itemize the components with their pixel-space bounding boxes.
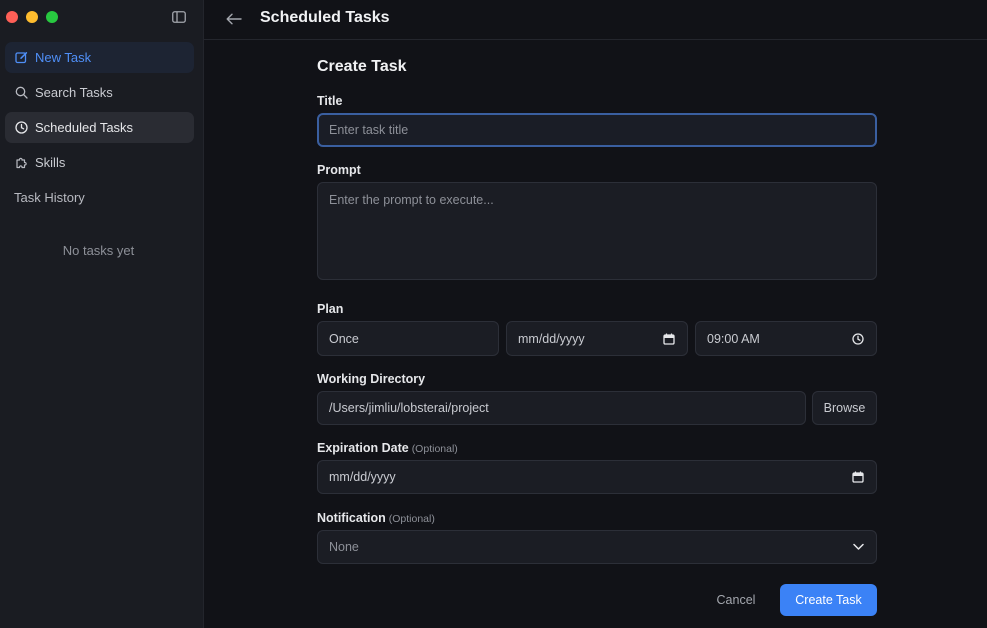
sidebar-item-search-tasks[interactable]: Search Tasks <box>5 77 194 108</box>
sidebar-item-label: Scheduled Tasks <box>35 120 134 135</box>
sidebar-item-label: Search Tasks <box>35 85 113 100</box>
back-arrow-icon[interactable] <box>224 9 244 29</box>
sidebar-item-new-task[interactable]: New Task <box>5 42 194 73</box>
expiration-date-label: Expiration Date (Optional) <box>317 441 458 455</box>
maximize-window-button[interactable] <box>46 11 58 23</box>
sidebar: New Task Search Tasks Scheduled Tasks Sk… <box>0 0 204 628</box>
notification-value: None <box>329 540 359 554</box>
prompt-textarea[interactable]: Enter the prompt to execute... <box>317 182 877 280</box>
task-history-heading: Task History <box>14 190 85 205</box>
expiration-date-value: mm/dd/yyyy <box>329 470 396 484</box>
expiration-date-label-text: Expiration Date <box>317 441 409 455</box>
notification-label-text: Notification <box>317 511 386 525</box>
empty-history-text: No tasks yet <box>62 243 135 258</box>
sidebar-item-scheduled-tasks[interactable]: Scheduled Tasks <box>5 112 194 143</box>
edit-icon <box>14 51 28 65</box>
form-heading: Create Task <box>317 58 407 75</box>
app-window: New Task Search Tasks Scheduled Tasks Sk… <box>0 0 987 628</box>
minimize-window-button[interactable] <box>26 11 38 23</box>
prompt-placeholder: Enter the prompt to execute... <box>329 193 494 207</box>
page-title: Scheduled Tasks <box>260 9 390 26</box>
working-directory-label: Working Directory <box>317 372 426 386</box>
sidebar-item-label: Skills <box>35 155 66 170</box>
create-task-form: Create Task Title Enter task title Promp… <box>317 56 877 616</box>
plan-label: Plan <box>317 302 344 316</box>
optional-hint: (Optional) <box>411 443 458 455</box>
plan-time-value: 09:00 AM <box>707 331 760 346</box>
notification-select[interactable]: None <box>317 530 877 564</box>
create-task-button[interactable]: Create Task <box>780 584 877 616</box>
clock-icon <box>14 121 28 135</box>
expiration-date-input[interactable]: mm/dd/yyyy <box>317 460 877 494</box>
search-icon <box>14 86 28 100</box>
plan-date-value: mm/dd/yyyy <box>518 331 585 346</box>
title-label: Title <box>317 94 343 108</box>
clock-icon[interactable] <box>852 332 864 345</box>
sidebar-item-label: New Task <box>35 50 92 65</box>
optional-hint: (Optional) <box>388 513 435 525</box>
plan-time-input[interactable]: 09:00 AM <box>695 321 877 356</box>
calendar-icon[interactable] <box>663 333 675 345</box>
window-controls <box>6 11 58 23</box>
header: Scheduled Tasks <box>204 0 987 40</box>
title-input[interactable]: Enter task title <box>317 113 877 147</box>
title-input-placeholder: Enter task title <box>329 123 409 137</box>
browse-button[interactable]: Browse <box>812 391 877 425</box>
prompt-label: Prompt <box>317 163 361 177</box>
puzzle-icon <box>14 156 28 170</box>
chevron-down-icon <box>853 543 864 551</box>
working-directory-input[interactable]: /Users/jimliu/lobsterai/project <box>317 391 806 425</box>
cancel-button[interactable]: Cancel <box>707 584 765 616</box>
plan-frequency-select[interactable]: Once <box>317 321 499 356</box>
sidebar-toggle-icon[interactable] <box>171 9 187 25</box>
close-window-button[interactable] <box>6 11 18 23</box>
working-directory-value: /Users/jimliu/lobsterai/project <box>329 401 489 415</box>
notification-label: Notification (Optional) <box>317 511 435 525</box>
calendar-icon[interactable] <box>852 471 864 483</box>
sidebar-item-skills[interactable]: Skills <box>5 147 194 178</box>
plan-date-input[interactable]: mm/dd/yyyy <box>506 321 688 356</box>
main-panel: Scheduled Tasks Create Task Title Enter … <box>204 0 987 628</box>
sidebar-nav: New Task Search Tasks Scheduled Tasks Sk… <box>5 42 194 182</box>
plan-frequency-value: Once <box>329 331 359 346</box>
